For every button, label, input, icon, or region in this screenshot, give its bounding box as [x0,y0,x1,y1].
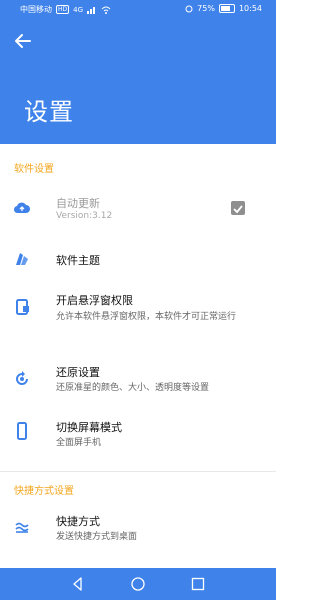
app-header: 中国移动 HD 4G 75% 10:54 设置 [0,0,276,144]
section-header-software: 软件设置 [14,164,54,175]
floating-window-icon [16,299,29,315]
home-circle-icon[interactable] [130,576,146,592]
alarm-icon [185,5,193,12]
floating-window-desc: 允许本软件悬浮窗权限，本软件才可正常运行 [56,312,237,322]
setting-theme[interactable]: 软件主题 [0,240,276,280]
carrier-name: 中国移动 [20,5,52,14]
setting-floating-window[interactable]: 开启悬浮窗权限 允许本软件悬浮窗权限，本软件才可正常运行 [0,284,276,330]
clock-time: 10:54 [238,4,262,13]
restore-title: 还原设置 [56,366,100,379]
system-nav-bar [0,568,276,600]
battery-percent: 75% [197,4,215,13]
cloud-upload-icon [13,202,31,214]
shortcut-desc: 发送快捷方式到桌面 [56,532,138,542]
section-divider [0,471,276,472]
theme-title: 软件主题 [56,254,100,267]
setting-auto-update[interactable]: 自动更新 Version:3.12 [0,186,276,232]
section-header-shortcut: 快捷方式设置 [14,486,74,497]
screen-mode-title: 切换屏幕模式 [56,421,122,434]
theme-icon [16,253,28,265]
auto-update-version: Version:3.12 [56,211,113,221]
signal-icon [87,6,96,14]
auto-update-checkbox[interactable] [231,201,245,215]
floating-window-title: 开启悬浮窗权限 [56,294,133,307]
screen-mode-desc: 全面屏手机 [56,438,102,448]
phone-icon [17,422,27,440]
shortcut-title: 快捷方式 [56,515,100,528]
auto-update-title: 自动更新 [56,197,100,210]
setting-screen-mode[interactable]: 切换屏幕模式 全面屏手机 [0,414,276,454]
back-arrow-icon[interactable] [12,30,34,52]
battery-icon [218,4,235,13]
setting-restore[interactable]: 还原设置 还原准星的颜色、大小、透明度等设置 [0,358,276,404]
setting-shortcut[interactable]: 快捷方式 发送快捷方式到桌面 [0,508,276,548]
checkmark-icon [233,205,243,214]
page-title: 设置 [24,98,74,126]
back-triangle-icon[interactable] [70,576,86,592]
signal-label: 4G [73,5,84,14]
restore-desc: 还原准星的颜色、大小、透明度等设置 [56,383,210,393]
restore-icon [16,371,28,385]
status-bar: 中国移动 HD 4G 75% 10:54 [0,0,276,18]
wifi-icon [101,6,111,14]
shortcut-icon [15,522,29,533]
recent-square-icon[interactable] [190,576,206,592]
network-badge: HD [56,5,70,14]
